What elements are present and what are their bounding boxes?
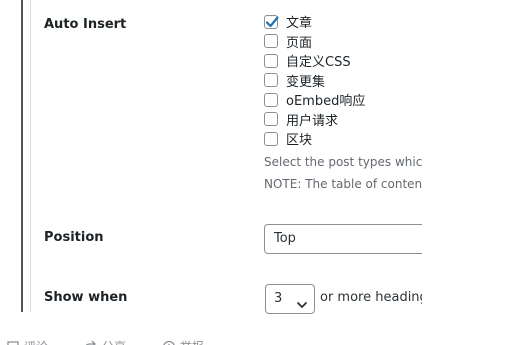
post-type-option-label: 区块 (286, 133, 313, 149)
position-select[interactable]: Top (264, 224, 422, 254)
comment-icon (7, 340, 19, 345)
report-link-label: 举报 (180, 338, 204, 345)
report-icon (163, 340, 175, 345)
auto-insert-description: Select the post types whic (264, 155, 422, 169)
post-type-option-label: 变更集 (286, 74, 326, 90)
post-type-checkbox[interactable] (264, 112, 278, 127)
checkmark-icon (265, 16, 279, 27)
auto-insert-note: NOTE: The table of contents (264, 177, 422, 191)
bottom-action-bar: 评论 分享 举报 (0, 334, 530, 345)
settings-page: Auto Insert 文章 页面 自定义CSS 变更集 oEmbed响应 用户… (0, 0, 530, 345)
position-select-value: Top (274, 231, 296, 246)
post-type-option-changeset[interactable]: 变更集 (264, 71, 365, 91)
post-type-checkbox[interactable] (264, 34, 278, 49)
heading-count-value: 3 (274, 291, 283, 306)
post-type-option-label: 自定义CSS (286, 55, 351, 71)
chevron-down-icon (296, 294, 308, 322)
post-type-option-block[interactable]: 区块 (264, 129, 365, 149)
post-type-checkbox[interactable] (264, 131, 278, 146)
section-left-border (21, 0, 23, 312)
position-label: Position (44, 230, 104, 245)
show-when-suffix: or more heading (320, 290, 422, 305)
post-type-checkbox[interactable] (264, 73, 278, 88)
post-type-option-page[interactable]: 页面 (264, 32, 365, 52)
post-type-option-label: 页面 (286, 35, 313, 51)
post-type-option-label: 文章 (286, 16, 313, 32)
comment-link-label: 评论 (24, 338, 48, 345)
post-type-option-label: oEmbed响应 (286, 94, 366, 110)
post-type-option-label: 用户请求 (286, 113, 339, 129)
comment-link[interactable]: 评论 (6, 338, 48, 345)
post-type-option-post[interactable]: 文章 (264, 12, 365, 32)
report-link[interactable]: 举报 (162, 338, 204, 345)
post-type-checklist: 文章 页面 自定义CSS 变更集 oEmbed响应 用户请求 区块 (264, 12, 365, 149)
post-type-option-oembed[interactable]: oEmbed响应 (264, 90, 365, 110)
show-when-label: Show when (44, 290, 128, 305)
heading-count-select[interactable]: 3 (265, 284, 315, 314)
post-type-checkbox-checked[interactable] (264, 14, 279, 29)
position-select-wrapper: Top (264, 224, 422, 256)
post-type-checkbox[interactable] (264, 92, 278, 107)
share-link[interactable]: 分享 (84, 338, 126, 345)
share-icon (85, 340, 96, 345)
post-type-checkbox[interactable] (264, 53, 278, 68)
post-type-option-user-request[interactable]: 用户请求 (264, 110, 365, 130)
share-link-label: 分享 (102, 338, 126, 345)
auto-insert-label: Auto Insert (44, 17, 127, 32)
post-type-option-custom-css[interactable]: 自定义CSS (264, 51, 365, 71)
section-inner-border (30, 0, 31, 312)
